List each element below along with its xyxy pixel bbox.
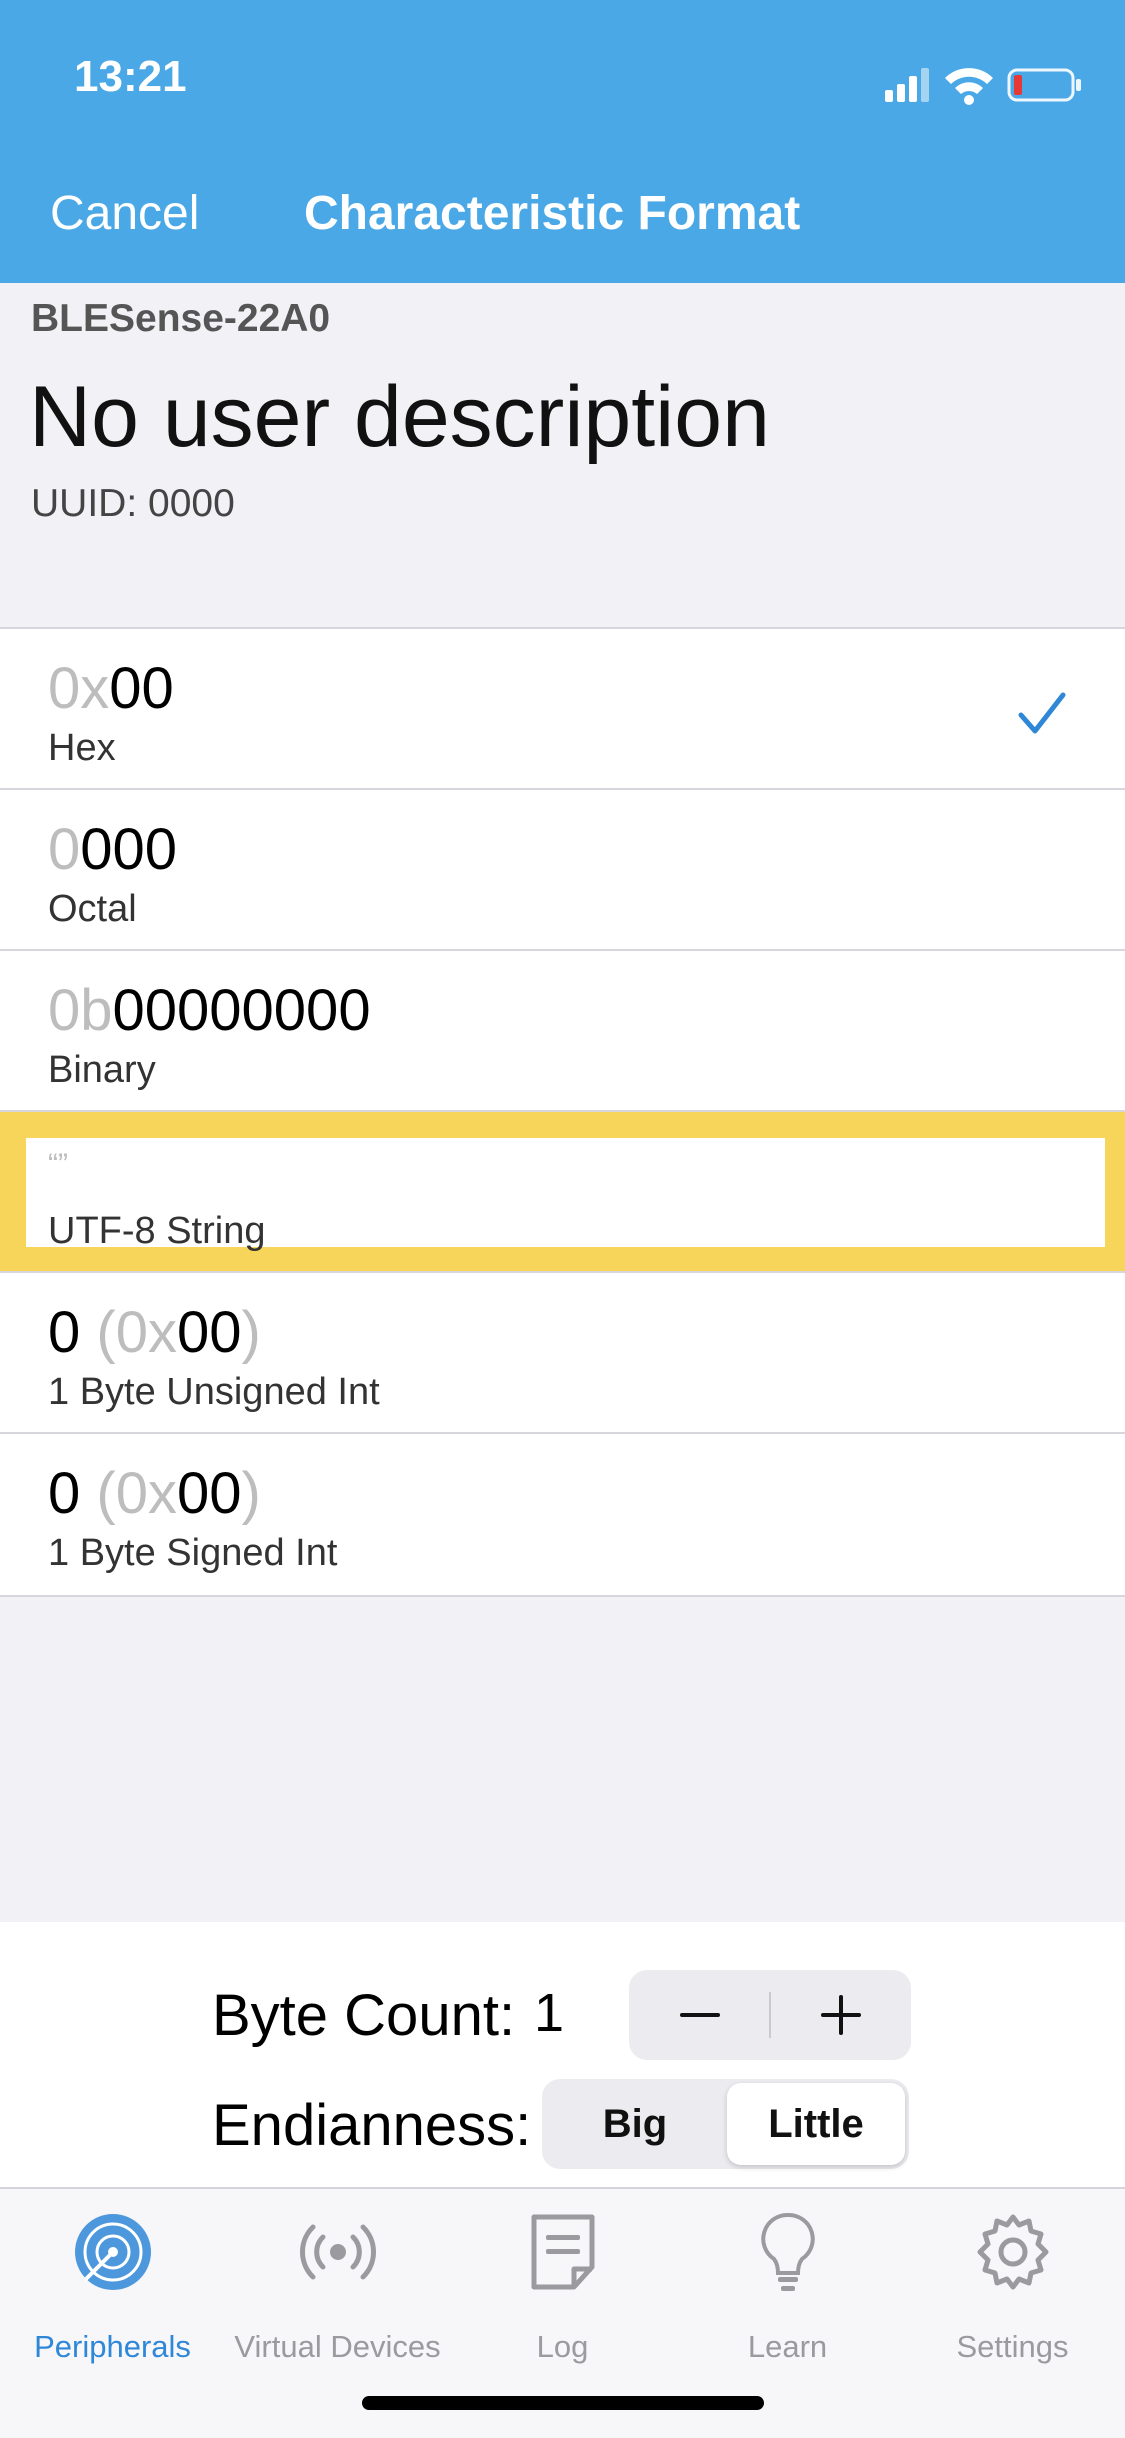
endian-big-option[interactable]: Big xyxy=(546,2083,724,2165)
status-icons xyxy=(885,60,1085,106)
tab-log-label: Log xyxy=(536,2329,589,2364)
device-name: BLESense-22A0 xyxy=(31,297,331,340)
binary-value: 0b00000000 xyxy=(48,978,371,1043)
tab-settings-label: Settings xyxy=(956,2329,1069,2364)
wifi-icon xyxy=(945,68,993,105)
endianness-segmented-control: Big Little xyxy=(542,2079,909,2169)
tab-learn-label: Learn xyxy=(747,2329,828,2364)
unsigned-int-label: 1 Byte Unsigned Int xyxy=(48,1371,380,1413)
format-row-utf8[interactable]: “” UTF-8 String xyxy=(0,1112,1125,1273)
utf8-highlight-box: “” UTF-8 String xyxy=(26,1138,1105,1252)
tab-peripherals[interactable]: Peripherals xyxy=(0,2207,225,2377)
tab-learn[interactable]: Learn xyxy=(675,2207,900,2377)
gear-icon xyxy=(977,2214,1048,2290)
tab-virtual-devices[interactable]: Virtual Devices xyxy=(225,2207,450,2377)
log-note-icon xyxy=(531,2214,594,2290)
battery-icon xyxy=(1007,68,1081,102)
radar-icon xyxy=(74,2214,151,2290)
byte-count-stepper xyxy=(629,1970,911,2060)
format-row-hex[interactable]: 0x00 Hex xyxy=(0,629,1125,790)
tab-log[interactable]: Log xyxy=(450,2207,675,2377)
format-row-binary[interactable]: 0b00000000 Binary xyxy=(0,951,1125,1112)
byte-controls: Byte Count: 1 Endianness: Big Little xyxy=(0,1922,1125,2187)
octal-value: 0000 xyxy=(48,817,178,882)
page-title: Characteristic Format xyxy=(304,187,801,240)
lightbulb-icon xyxy=(760,2212,815,2291)
plus-icon xyxy=(820,1995,861,2035)
utf8-value: “” xyxy=(48,1148,68,1181)
utf8-label: UTF-8 String xyxy=(48,1210,266,1252)
increment-button[interactable] xyxy=(770,1970,911,2060)
format-row-unsigned-int[interactable]: 0 (0x00) 1 Byte Unsigned Int xyxy=(0,1273,1125,1434)
decrement-button[interactable] xyxy=(629,1970,770,2060)
endian-little-option[interactable]: Little xyxy=(727,2083,905,2165)
home-indicator[interactable] xyxy=(362,2396,764,2410)
binary-label: Binary xyxy=(48,1049,156,1091)
uuid-label: UUID: 0000 xyxy=(31,482,235,525)
broadcast-icon xyxy=(299,2224,376,2280)
tab-peripherals-label: Peripherals xyxy=(34,2329,191,2364)
signed-int-label: 1 Byte Signed Int xyxy=(48,1532,338,1574)
status-time: 13:21 xyxy=(74,52,187,101)
byte-count-value: 1 xyxy=(534,1983,565,2043)
unsigned-int-value: 0 (0x00) xyxy=(48,1300,261,1365)
signed-int-value: 0 (0x00) xyxy=(48,1461,261,1526)
tab-settings[interactable]: Settings xyxy=(900,2207,1125,2377)
cellular-signal-icon xyxy=(885,68,929,102)
checkmark-icon xyxy=(1018,692,1066,734)
endianness-label: Endianness: xyxy=(212,2093,532,2158)
format-list: 0x00 Hex 0000 Octal 0b00000000 Binary “”… xyxy=(0,627,1125,1597)
hex-label: Hex xyxy=(48,727,116,769)
hex-value: 0x00 xyxy=(48,656,174,721)
cancel-button[interactable]: Cancel xyxy=(50,186,199,241)
characteristic-description: No user description xyxy=(29,369,770,465)
tab-virtual-devices-label: Virtual Devices xyxy=(234,2329,441,2364)
byte-count-label: Byte Count: xyxy=(212,1983,516,2048)
navigation-header: 13:21 Cancel Characteristic Format xyxy=(0,0,1125,283)
octal-label: Octal xyxy=(48,888,137,930)
minus-icon xyxy=(679,2013,720,2017)
format-row-octal[interactable]: 0000 Octal xyxy=(0,790,1125,951)
format-row-signed-int[interactable]: 0 (0x00) 1 Byte Signed Int xyxy=(0,1434,1125,1595)
